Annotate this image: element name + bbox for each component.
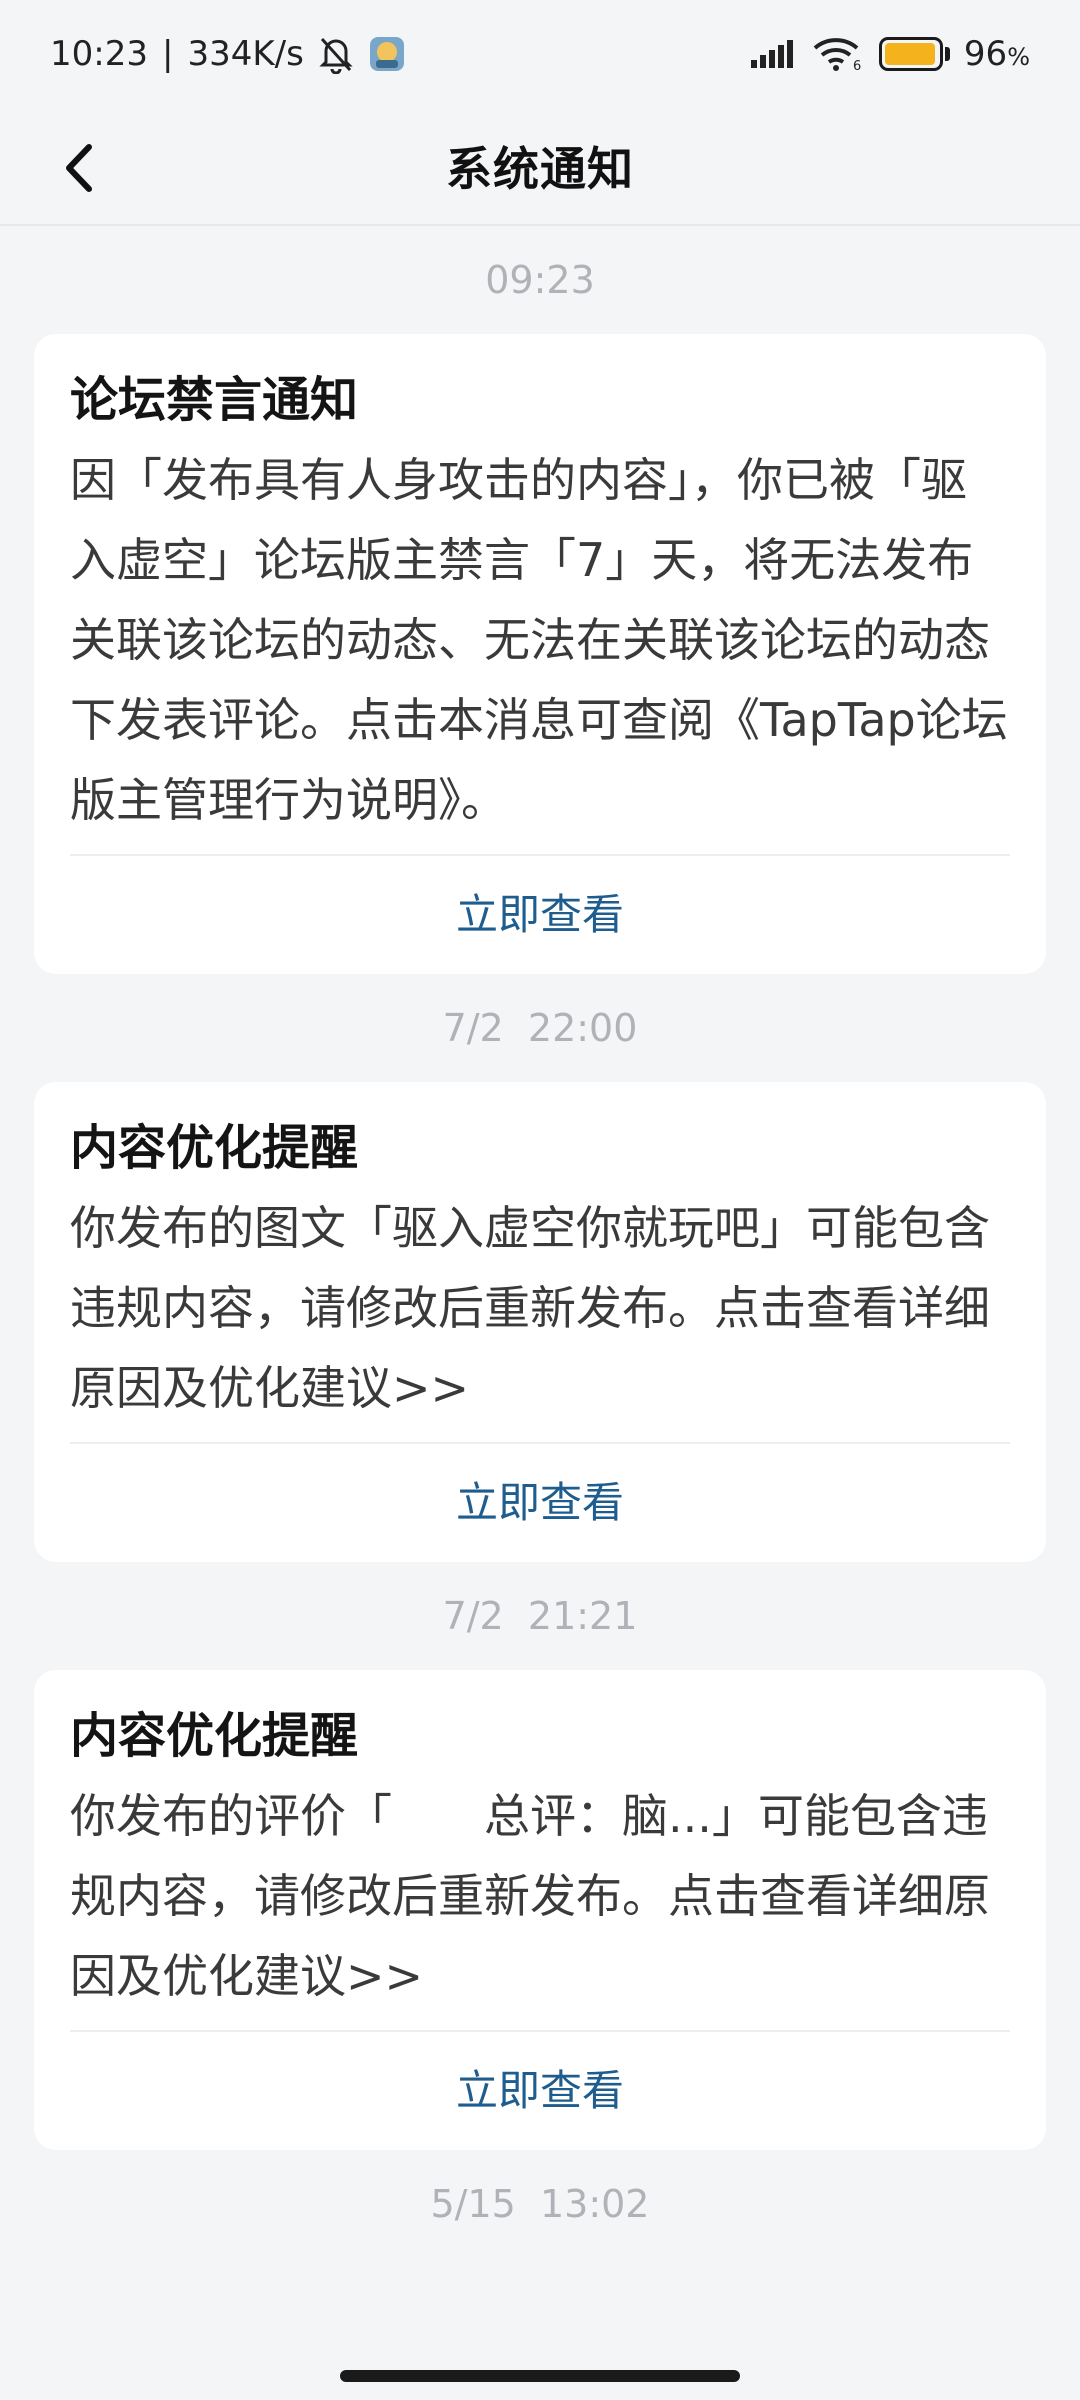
notification-title: 论坛禁言通知 (70, 372, 359, 428)
status-right: 6 96% (749, 34, 1030, 74)
view-now-button[interactable]: 立即查看 (70, 1444, 1010, 1562)
view-now-button[interactable]: 立即查看 (70, 856, 1010, 974)
back-button[interactable] (48, 138, 108, 198)
chevron-left-icon (66, 144, 92, 192)
bell-off-icon (318, 34, 354, 74)
status-time: 10:23 (50, 34, 148, 74)
home-indicator[interactable] (340, 2370, 740, 2382)
wifi-icon: 6 (811, 36, 865, 72)
notification-body: 你发布的评价「 总评：脑...」可能包含违规内容，请修改后重新发布。点击查看详细… (70, 1789, 990, 2003)
notification-time: 7/2 22:00 (442, 1006, 638, 1050)
notification-time: 5/15 13:02 (430, 2182, 650, 2226)
notification-time: 7/2 21:21 (442, 1594, 638, 1638)
notification-card[interactable]: 论坛禁言通知 因「发布具有人身攻击的内容」，你已被「驱入虚空」论坛版主禁言「7」… (34, 334, 1046, 974)
status-net-speed: 334K/s (187, 34, 304, 74)
notification-title: 内容优化提醒 (70, 1708, 359, 1764)
battery-percent: 96% (963, 34, 1030, 74)
notification-title: 内容优化提醒 (70, 1120, 359, 1176)
view-now-button[interactable]: 立即查看 (70, 2032, 1010, 2150)
page-title: 系统通知 (446, 142, 634, 196)
status-bar: 10:23 | 334K/s 6 96% (0, 0, 1080, 108)
battery-level (884, 43, 935, 65)
notification-body: 你发布的图文「驱入虚空你就玩吧」可能包含违规内容，请修改后重新发布。点击查看详细… (70, 1201, 990, 1415)
svg-text:6: 6 (853, 59, 861, 72)
status-separator: | (161, 34, 174, 74)
nav-bar: 系统通知 (0, 108, 1080, 226)
notification-card[interactable]: 内容优化提醒 你发布的图文「驱入虚空你就玩吧」可能包含违规内容，请修改后重新发布… (34, 1082, 1046, 1562)
signal-icon (749, 38, 797, 70)
app-notification-icon (368, 35, 406, 73)
notification-list[interactable]: 09:23 论坛禁言通知 因「发布具有人身攻击的内容」，你已被「驱入虚空」论坛版… (0, 226, 1080, 2356)
notification-card[interactable]: 内容优化提醒 你发布的评价「 总评：脑...」可能包含违规内容，请修改后重新发布… (34, 1670, 1046, 2150)
status-left: 10:23 | 334K/s (50, 34, 406, 74)
notification-body: 因「发布具有人身攻击的内容」，你已被「驱入虚空」论坛版主禁言「7」天，将无法发布… (70, 453, 1008, 827)
battery-icon (878, 37, 950, 71)
notification-time: 09:23 (485, 258, 595, 302)
